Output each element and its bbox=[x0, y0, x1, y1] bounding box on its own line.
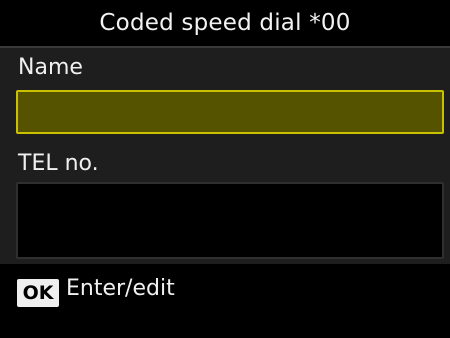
name-label: Name bbox=[18, 55, 83, 80]
entry-form: Name TEL no. bbox=[0, 48, 450, 264]
tel-number-field[interactable] bbox=[16, 182, 444, 259]
ok-button-icon[interactable]: OK bbox=[17, 279, 59, 307]
tel-label: TEL no. bbox=[18, 151, 99, 176]
footer-hint-text: Enter/edit bbox=[66, 276, 175, 301]
screen-title-text: Coded speed dial *00 bbox=[99, 10, 351, 36]
footer-hint-bar: OK Enter/edit bbox=[0, 264, 450, 338]
name-field[interactable] bbox=[16, 90, 444, 134]
screen-title: Coded speed dial *00 bbox=[0, 0, 450, 46]
